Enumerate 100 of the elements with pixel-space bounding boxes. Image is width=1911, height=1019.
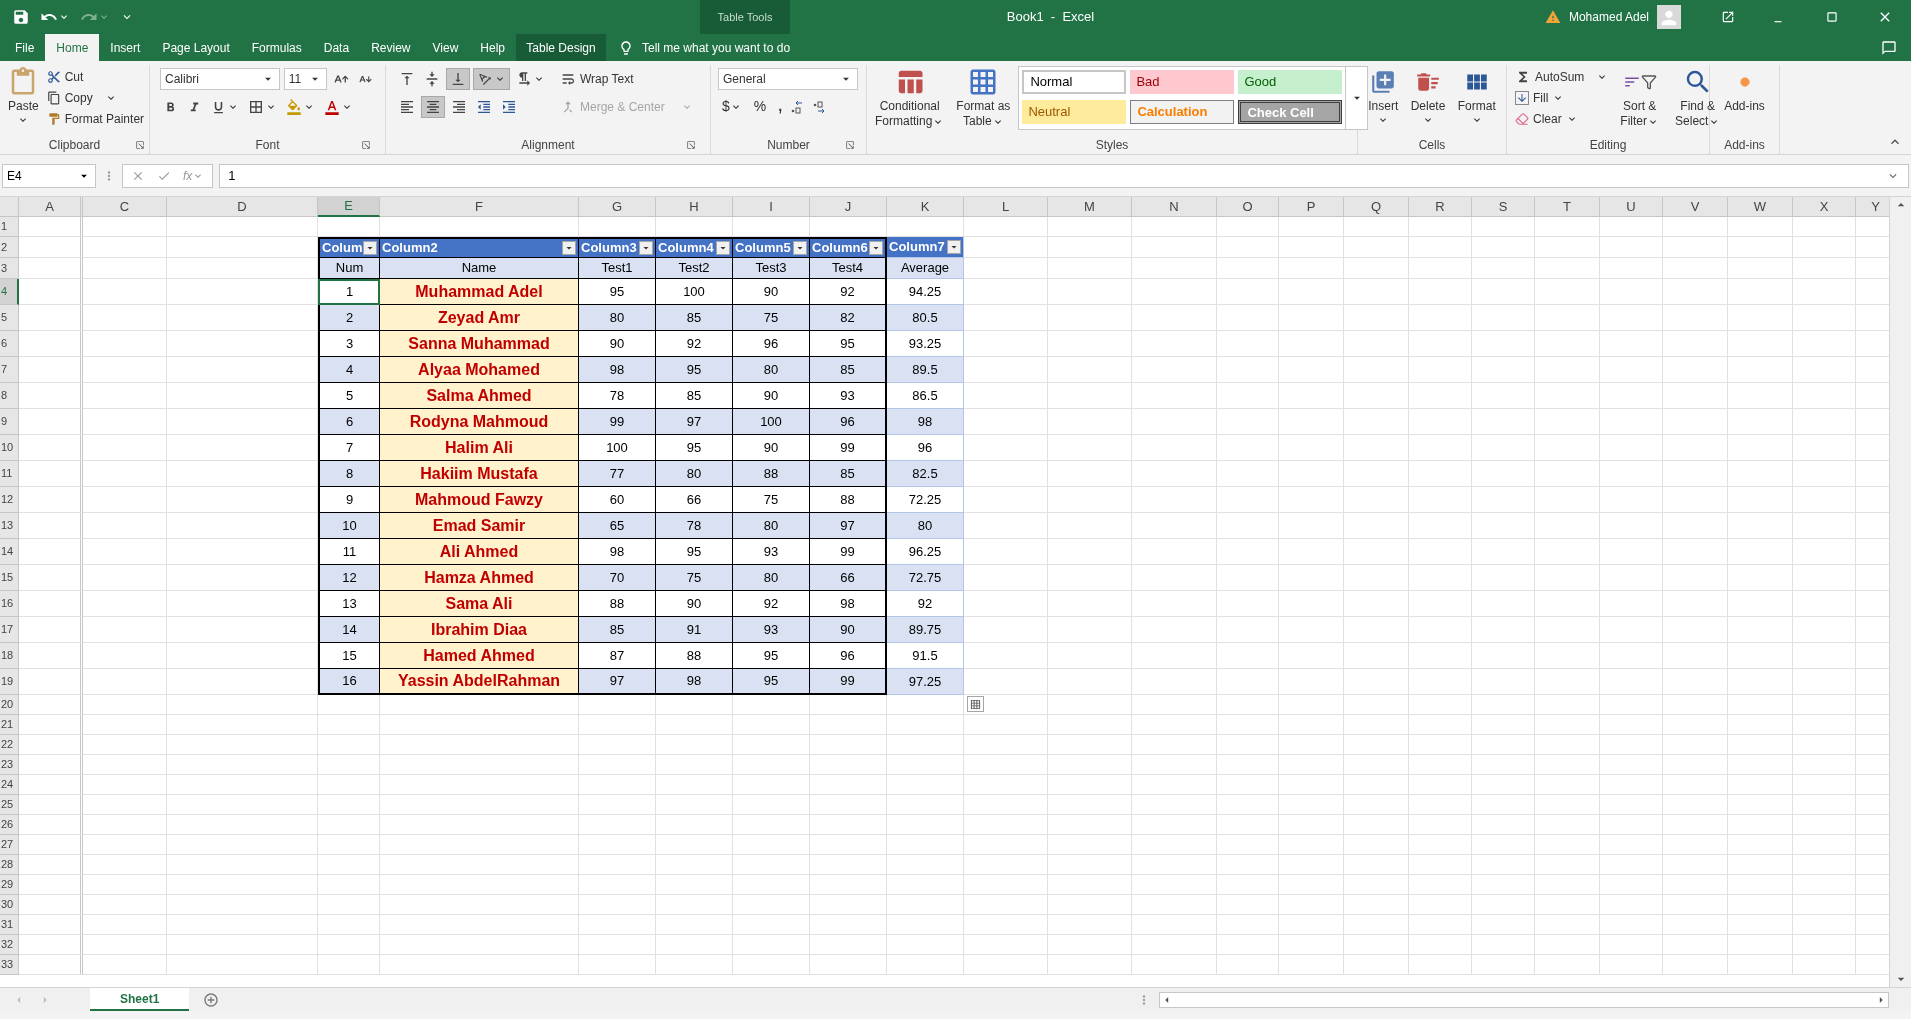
row-header[interactable]: 5 [0, 305, 19, 331]
filter-button[interactable] [947, 240, 961, 254]
clear-button[interactable]: Clear [1515, 109, 1609, 129]
dialog-launcher-icon[interactable] [135, 140, 145, 150]
format-as-table-button[interactable]: Format as Table [952, 65, 1015, 136]
column-header[interactable]: L [964, 197, 1048, 217]
name-box[interactable]: E4 [2, 163, 96, 188]
center-button[interactable] [421, 96, 445, 118]
fill-button[interactable]: Fill [1515, 88, 1609, 108]
row-header[interactable]: 11 [0, 461, 19, 487]
column-header[interactable]: E [318, 197, 380, 217]
row-header[interactable]: 2 [0, 237, 19, 258]
cell-style-option[interactable]: Bad [1130, 70, 1235, 94]
row-header[interactable]: 6 [0, 331, 19, 357]
column-header[interactable]: A [19, 197, 83, 217]
column-header[interactable]: H [656, 197, 733, 217]
ribbon-tab[interactable]: Formulas [240, 34, 313, 61]
number-format-field[interactable]: General [718, 68, 858, 90]
ribbon-tab[interactable]: Page Layout [151, 34, 241, 61]
row-header[interactable]: 15 [0, 565, 19, 591]
percent-button[interactable]: % [749, 96, 771, 117]
dialog-launcher-icon[interactable] [845, 140, 855, 150]
column-header[interactable]: O [1217, 197, 1279, 217]
row-header[interactable]: 7 [0, 357, 19, 383]
column-header[interactable]: G [579, 197, 656, 217]
wrap-text-button[interactable]: Wrap Text [560, 68, 693, 90]
ribbon-tab[interactable]: Review [360, 34, 422, 61]
ribbon-tab[interactable]: View [421, 34, 470, 61]
column-header[interactable]: S [1472, 197, 1535, 217]
conditional-formatting-button[interactable]: Conditional Formatting [871, 65, 949, 136]
row-header[interactable]: 3 [0, 258, 19, 279]
cut-button[interactable]: Cut [46, 67, 145, 87]
row-header[interactable]: 8 [0, 383, 19, 409]
filter-button[interactable] [869, 241, 883, 255]
row-header[interactable]: 20 [0, 695, 19, 715]
restore-icon[interactable] [1825, 10, 1839, 24]
column-header[interactable]: I [733, 197, 810, 217]
column-header[interactable]: Q [1344, 197, 1409, 217]
column-header[interactable]: J [810, 197, 887, 217]
row-header[interactable]: 25 [0, 795, 19, 815]
row-header[interactable]: 4 [0, 279, 19, 305]
row-header[interactable]: 31 [0, 915, 19, 935]
row-header[interactable]: 30 [0, 895, 19, 915]
format-painter-button[interactable]: Format Painter [46, 109, 145, 129]
ribbon-tab[interactable]: Data [312, 34, 361, 61]
save-icon[interactable] [12, 8, 30, 26]
cells-button[interactable]: Insert [1364, 65, 1403, 136]
sheet-tab[interactable]: Sheet1 [90, 988, 190, 1011]
column-header[interactable]: T [1535, 197, 1600, 217]
ribbon-display-icon[interactable] [1721, 10, 1735, 24]
row-header[interactable]: 19 [0, 669, 19, 695]
quick-analysis-button[interactable] [967, 696, 984, 712]
row-header[interactable]: 10 [0, 435, 19, 461]
orientation-button[interactable] [473, 68, 510, 90]
avatar[interactable] [1657, 5, 1681, 29]
column-header[interactable]: C [83, 197, 167, 217]
row-header[interactable]: 14 [0, 539, 19, 565]
row-header[interactable]: 21 [0, 715, 19, 735]
column-header[interactable]: P [1279, 197, 1344, 217]
vertical-scrollbar[interactable] [1889, 197, 1911, 987]
dialog-launcher-icon[interactable] [686, 140, 696, 150]
row-header[interactable]: 32 [0, 935, 19, 955]
comma-button[interactable]: , [774, 96, 787, 117]
column-header[interactable]: F [380, 197, 579, 217]
currency-button[interactable]: $ [718, 96, 746, 117]
cells-button[interactable]: Format [1453, 65, 1500, 136]
row-header[interactable]: 28 [0, 855, 19, 875]
column-header[interactable]: U [1600, 197, 1663, 217]
tell-me-field[interactable]: Tell me what you want to do [618, 34, 791, 61]
cell-style-option[interactable]: Normal [1022, 70, 1127, 94]
ribbon-tab[interactable]: Insert [99, 34, 152, 61]
column-header[interactable]: X [1793, 197, 1856, 217]
font-size-field[interactable]: 11 [283, 68, 327, 90]
dialog-launcher-icon[interactable] [361, 140, 371, 150]
cells-button[interactable]: Delete [1406, 65, 1450, 136]
ribbon-tab[interactable]: Table Design [516, 34, 606, 61]
formula-input[interactable]: 1 [219, 163, 1909, 188]
ribbon-tab[interactable]: File [4, 34, 46, 61]
filter-button[interactable] [562, 241, 576, 255]
row-header[interactable]: 9 [0, 409, 19, 435]
filter-button[interactable] [716, 241, 730, 255]
copy-button[interactable]: Copy [46, 88, 145, 108]
sort-filter-button[interactable]: Sort & Filter [1616, 65, 1664, 136]
column-header[interactable]: R [1409, 197, 1472, 217]
ribbon-tab[interactable]: Help [469, 34, 516, 61]
ribbon-tab[interactable]: Home [45, 34, 100, 61]
row-header[interactable]: 16 [0, 591, 19, 617]
row-header[interactable]: 26 [0, 815, 19, 835]
row-header[interactable]: 23 [0, 755, 19, 775]
row-header[interactable]: 13 [0, 513, 19, 539]
bottom-align-button[interactable] [446, 68, 470, 90]
horizontal-scrollbar[interactable] [1159, 991, 1889, 1008]
cell-style-option[interactable]: Neutral [1022, 100, 1127, 124]
font-name-field[interactable]: Calibri [160, 68, 280, 90]
row-header[interactable]: 33 [0, 955, 19, 975]
filter-button[interactable] [363, 241, 377, 255]
autosum-button[interactable]: AutoSum [1515, 67, 1609, 87]
comment-icon[interactable] [1881, 39, 1897, 56]
row-header[interactable]: 18 [0, 643, 19, 669]
row-header[interactable]: 17 [0, 617, 19, 643]
